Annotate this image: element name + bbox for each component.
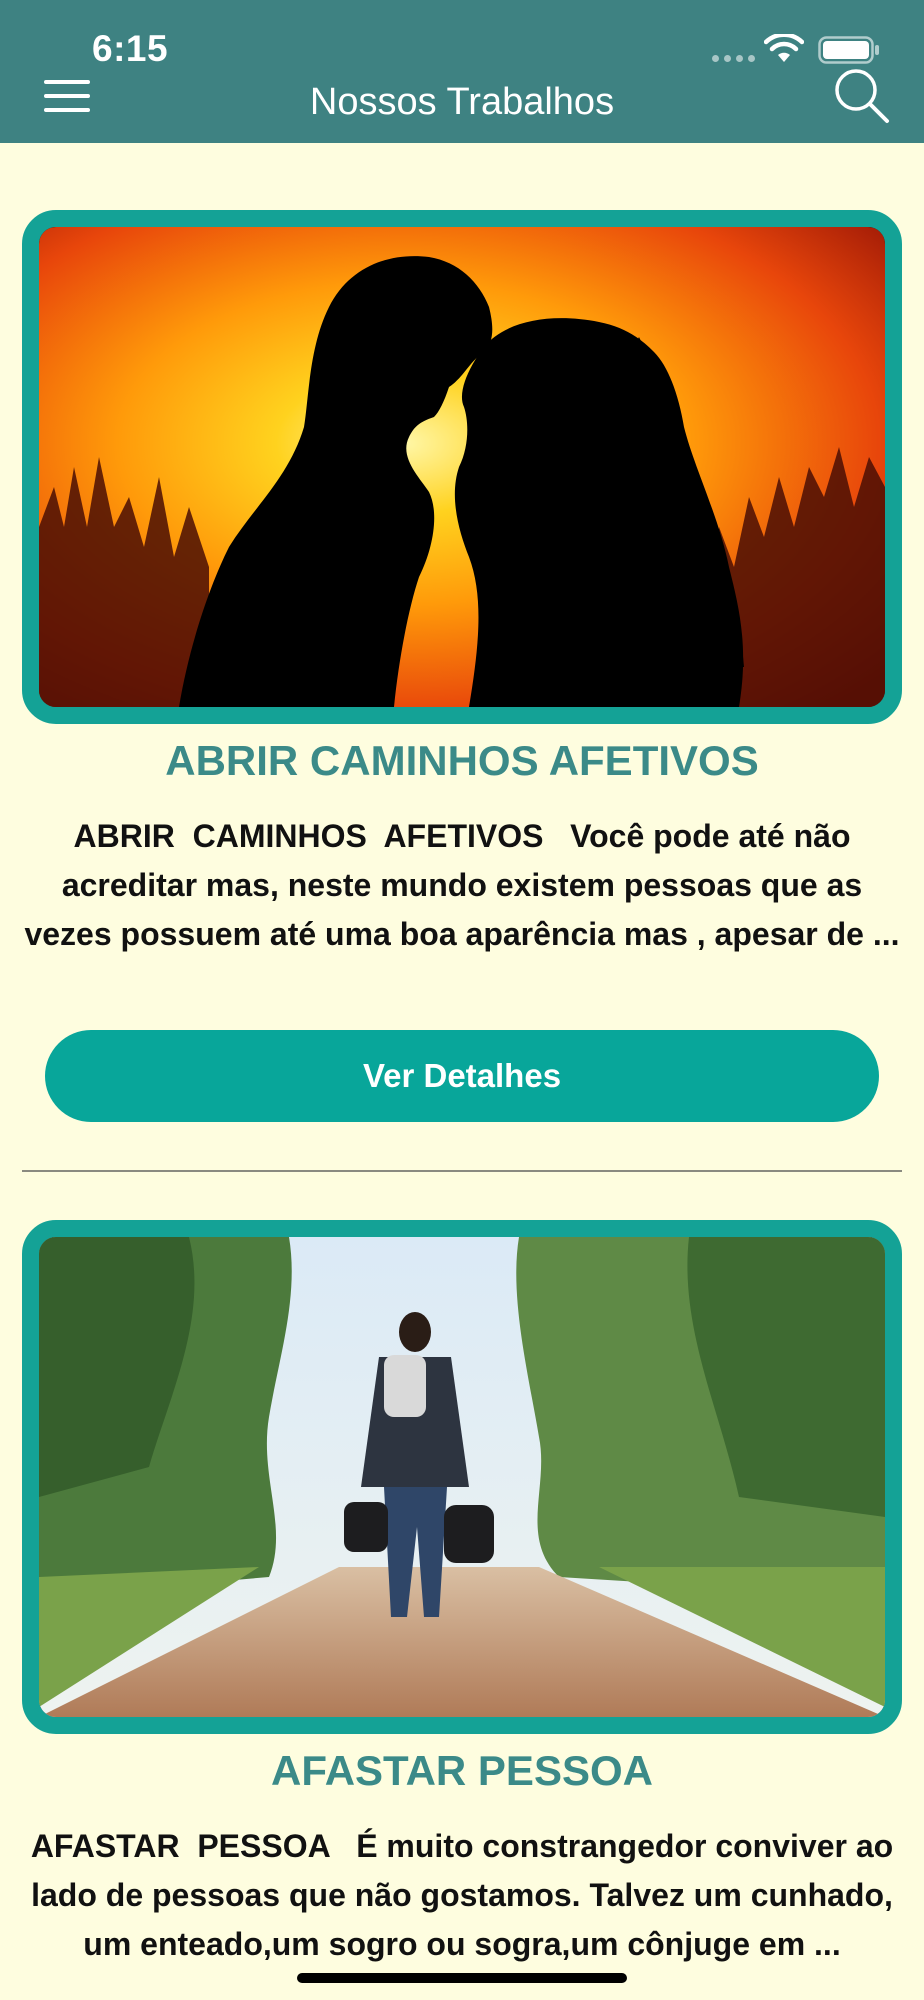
status-time: 6:15 [92,28,169,69]
see-details-button[interactable]: Ver Detalhes [45,1030,879,1122]
man-walking-road-image [39,1237,885,1717]
card-description: ABRIR CAMINHOS AFETIVOS Você pode até nã… [24,818,900,952]
search-icon[interactable] [832,66,892,126]
app-header: 6:15 Nossos Trabalhos [0,0,924,143]
card-image-couple-silhouette[interactable] [22,210,902,724]
card-divider [22,1170,902,1172]
couple-silhouette-image [39,227,885,707]
cellular-signal-icon [712,55,755,62]
card-title[interactable]: ABRIR CAMINHOS AFETIVOS [0,736,924,786]
home-indicator [297,1973,627,1983]
card-title[interactable]: AFASTAR PESSOA [0,1746,924,1796]
app-screen: 6:15 Nossos Trabalhos ABRIR CAMINHOS AFE… [0,0,924,2000]
wifi-icon [764,34,804,62]
battery-icon [818,36,879,64]
page-title: Nossos Trabalhos [309,81,615,123]
card-description: AFASTAR PESSOA É muito constrangedor con… [30,1828,903,1962]
card-image-man-walking-road[interactable] [22,1220,902,1734]
